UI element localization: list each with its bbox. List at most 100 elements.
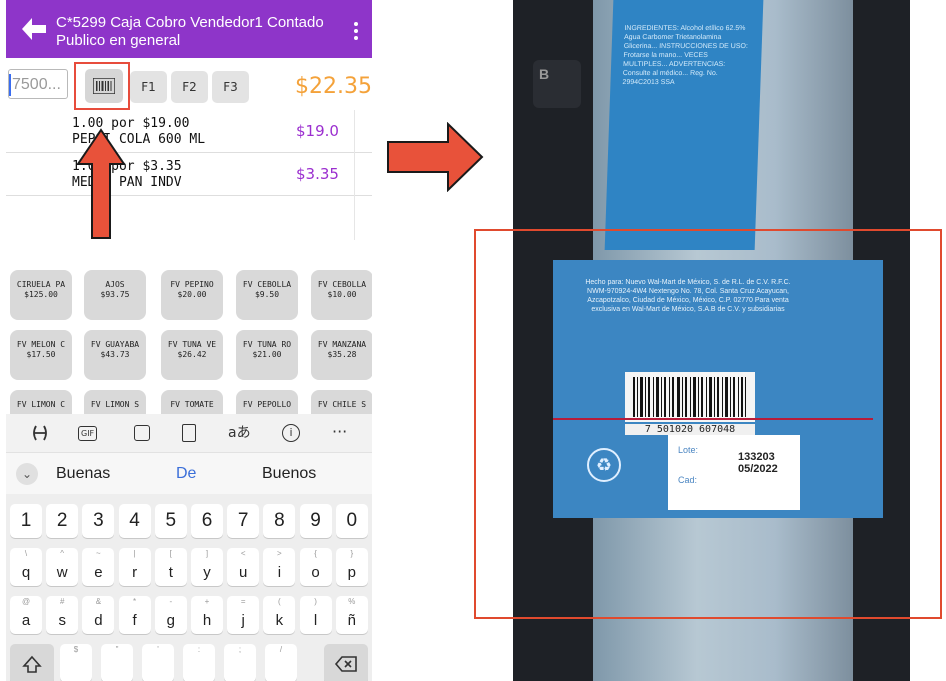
order-line[interactable]: 1.00 por $19.00 PEPSI COLA 600 ML $19.0: [6, 110, 372, 153]
key-3[interactable]: 3: [82, 504, 115, 538]
key-o[interactable]: {o: [299, 548, 332, 586]
key-7[interactable]: 7: [227, 504, 260, 538]
product-name: FV LIMON S: [90, 400, 140, 409]
product-name: FV TOMATE: [170, 400, 214, 409]
key-h[interactable]: + h: [191, 596, 223, 634]
product-name: AJOS: [105, 280, 125, 289]
product-name: FV MANZANA: [317, 340, 367, 349]
key-r[interactable]: | r: [118, 548, 151, 586]
suggestion-bar: ⌄ Buenas De Buenos: [6, 452, 372, 495]
gif-icon[interactable]: GIF: [78, 426, 98, 441]
more-options-icon[interactable]: [354, 22, 358, 40]
symbol-key[interactable]: ": [101, 644, 133, 681]
product-tile[interactable]: CIRUELA PA $125.00: [10, 270, 72, 320]
product-tile[interactable]: FV TUNA RO $21.00: [236, 330, 298, 380]
key-6[interactable]: 6: [191, 504, 223, 538]
key-5[interactable]: 5: [154, 504, 187, 538]
product-tile[interactable]: FV CEBOLLA $9.50: [236, 270, 298, 320]
info-icon[interactable]: i: [282, 424, 300, 442]
page-subtitle: Publico en general: [56, 32, 181, 49]
more-icon[interactable]: ···: [332, 422, 347, 441]
product-price: $9.50: [254, 290, 280, 299]
highlight-box: [74, 62, 130, 110]
product-tile[interactable]: AJOS $93.75: [84, 270, 146, 320]
product-tile[interactable]: FV PEPINO $20.00: [161, 270, 223, 320]
product-tile[interactable]: FV LIMON S: [84, 390, 146, 414]
key-y[interactable]: ] y: [191, 548, 223, 586]
product-price: $125.00: [24, 290, 58, 299]
keyboard: 1 2 3 4 5 6 7 8 9 0 \ q ^ w ~ e | r[t] y < u > i{o} p @ a # s & d * f - g…: [6, 494, 372, 681]
key-d[interactable]: & d: [82, 596, 115, 634]
product-tile[interactable]: FV CHILE S: [311, 390, 372, 414]
f1-button[interactable]: F1: [130, 71, 167, 103]
key-q[interactable]: \ q: [10, 548, 42, 586]
chevron-down-icon[interactable]: ⌄: [16, 463, 38, 485]
shift-key[interactable]: [10, 644, 54, 681]
product-tile[interactable]: FV GUAYABA $43.73: [84, 330, 146, 380]
product-tile[interactable]: FV MELON C $17.50: [10, 330, 72, 380]
key-char: d: [94, 612, 103, 629]
product-name: FV CEBOLLA: [242, 280, 292, 289]
lines-scrollbar[interactable]: [354, 110, 371, 240]
backspace-key[interactable]: [324, 644, 368, 681]
product-tile[interactable]: FV TOMATE: [161, 390, 223, 414]
key-hint: }: [350, 549, 354, 558]
key-t[interactable]: [t: [154, 548, 187, 586]
key-hint: @: [21, 597, 31, 606]
suggestion-3[interactable]: Buenos: [262, 465, 316, 483]
emoji-icon[interactable]: [30, 423, 50, 443]
symbol-key[interactable]: $: [60, 644, 92, 681]
key-hint: %: [348, 597, 356, 606]
key-k[interactable]: (k: [263, 596, 296, 634]
key-1[interactable]: 1: [10, 504, 42, 538]
key-l[interactable]: ) l: [299, 596, 332, 634]
suggestion-2[interactable]: De: [176, 465, 196, 483]
key-ñ[interactable]: % ñ: [335, 596, 368, 634]
key-2[interactable]: 2: [46, 504, 79, 538]
product-tile[interactable]: FV PEPOLLO: [236, 390, 298, 414]
back-arrow-icon[interactable]: [20, 16, 48, 42]
product-price: $35.28: [327, 350, 357, 359]
key-4[interactable]: 4: [118, 504, 151, 538]
translate-icon[interactable]: aあ: [228, 422, 251, 442]
header-titles: C*5299 Caja Cobro Vendedor1 Contado Publ…: [56, 14, 324, 50]
key-f[interactable]: * f: [118, 596, 151, 634]
product-tile[interactable]: FV CEBOLLA $10.00: [311, 270, 372, 320]
symbol-key[interactable]: ': [142, 644, 174, 681]
key-p[interactable]: } p: [335, 548, 368, 586]
key-g[interactable]: -g: [154, 596, 187, 634]
key-hint: ': [157, 645, 159, 654]
product-tile[interactable]: FV TUNA VE $26.42: [161, 330, 223, 380]
order-line[interactable]: 1.00 por $3.35 MEDIO PAN INDV $3.35: [6, 153, 372, 196]
key-i[interactable]: > i: [263, 548, 296, 586]
key-char: a: [21, 612, 31, 629]
suggestion-1[interactable]: Buenas: [56, 465, 110, 483]
symbol-key[interactable]: /: [265, 644, 297, 681]
key-j[interactable]: = j: [227, 596, 260, 634]
key-u[interactable]: < u: [227, 548, 260, 586]
key-8[interactable]: 8: [263, 504, 296, 538]
key-s[interactable]: # s: [46, 596, 79, 634]
f3-button[interactable]: F3: [212, 71, 249, 103]
key-char: o: [311, 564, 320, 581]
key-a[interactable]: @ a: [10, 596, 42, 634]
product-tile[interactable]: FV MANZANA $35.28: [311, 330, 372, 380]
symbol-key[interactable]: ;: [224, 644, 256, 681]
product-price: $93.75: [100, 290, 130, 299]
key-e[interactable]: ~ e: [82, 548, 115, 586]
key-char: i: [277, 564, 282, 581]
key-hint: ): [314, 597, 317, 606]
key-hint: =: [240, 597, 246, 606]
product-name: CIRUELA PA: [16, 280, 66, 289]
key-w[interactable]: ^ w: [46, 548, 79, 586]
product-tile[interactable]: FV LIMON C: [10, 390, 72, 414]
sticker-icon[interactable]: [134, 425, 150, 441]
key-0[interactable]: 0: [335, 504, 368, 538]
clipboard-icon[interactable]: [182, 424, 196, 442]
quantity-input[interactable]: 7500...: [8, 69, 68, 99]
symbol-key[interactable]: :: [183, 644, 215, 681]
key-hint: {: [314, 549, 317, 558]
f2-button[interactable]: F2: [171, 71, 208, 103]
key-hint: >: [277, 549, 282, 558]
key-9[interactable]: 9: [299, 504, 332, 538]
